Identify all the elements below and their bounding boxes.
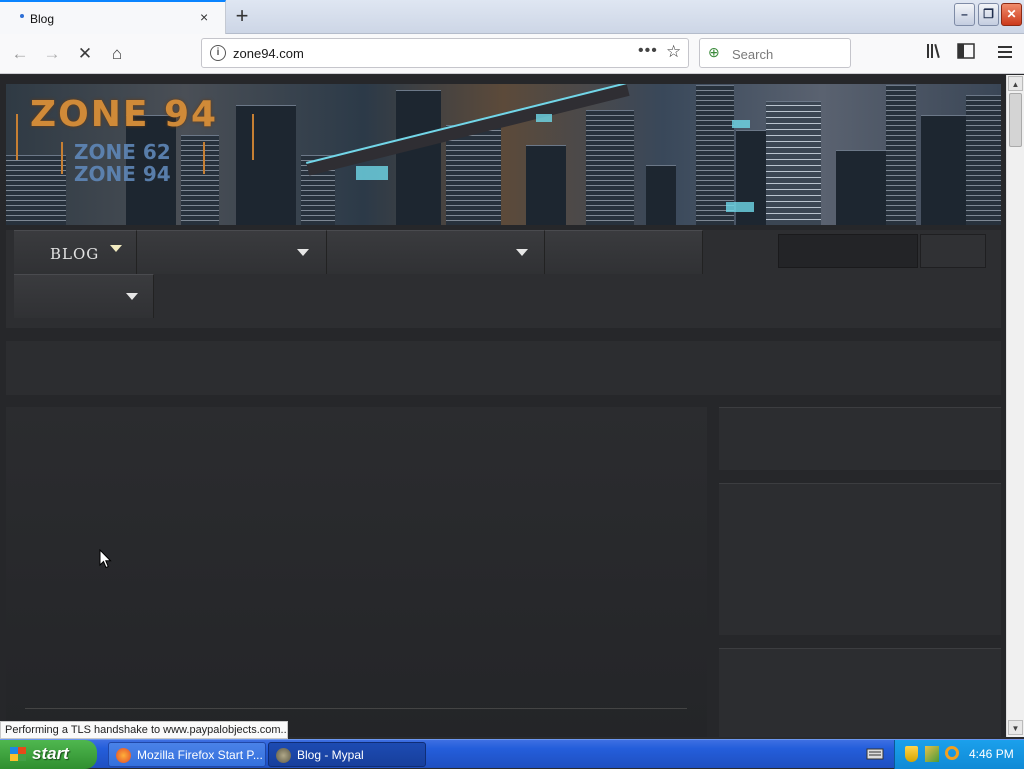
library-icon[interactable]	[923, 42, 947, 66]
scroll-thumb[interactable]	[1009, 93, 1022, 147]
security-shield-icon[interactable]	[905, 746, 918, 762]
windows-logo-icon	[10, 747, 26, 761]
search-icon: ⊕	[708, 44, 720, 60]
main-content-area	[6, 407, 707, 737]
menu-item-2[interactable]	[137, 230, 327, 274]
logo-subtitle-1: ZONE 62	[74, 140, 171, 164]
scroll-up-icon[interactable]: ▲	[1008, 76, 1023, 91]
menu-item-4[interactable]	[545, 230, 703, 274]
navigation-bar: ← → ✕ ⌂ i zone94.com ••• ☆ ⊕ Search	[0, 34, 1024, 74]
taskbar-item-mypal[interactable]: Blog - Mypal	[268, 742, 426, 767]
menu-item-blog[interactable]: BLOG	[14, 230, 137, 274]
firefox-icon	[116, 748, 131, 763]
tab-blog[interactable]: Blog ×	[0, 0, 226, 34]
taskbar-item-label: Mozilla Firefox Start P...	[137, 748, 263, 762]
sidebar-widget-2	[719, 483, 1001, 635]
start-label: start	[32, 744, 69, 763]
page-actions-icon[interactable]: •••	[638, 42, 658, 60]
home-button[interactable]: ⌂	[105, 42, 129, 66]
chevron-down-icon	[110, 245, 122, 252]
menu-item-label: BLOG	[50, 245, 100, 263]
start-button[interactable]: start	[0, 740, 97, 769]
mouse-cursor-icon	[99, 548, 112, 572]
menu-item-5[interactable]	[14, 274, 154, 318]
minimize-button[interactable]: –	[954, 3, 975, 26]
hamburger-menu-icon[interactable]	[993, 42, 1017, 66]
menu-item-3[interactable]	[327, 230, 545, 274]
search-placeholder: Search	[732, 47, 774, 62]
logo-subtitle-2: ZONE 94	[74, 162, 171, 186]
keyboard-icon[interactable]	[866, 747, 884, 761]
bookmark-star-icon[interactable]: ☆	[666, 42, 681, 62]
page-viewport: ZONE 94 ZONE 62 ZONE 94 BLOG	[0, 75, 1006, 737]
forward-button[interactable]: →	[40, 42, 64, 66]
network-icon[interactable]	[925, 746, 939, 762]
chevron-down-icon	[297, 249, 309, 256]
stop-button[interactable]: ✕	[73, 42, 97, 66]
site-logo[interactable]: ZONE 94	[30, 94, 218, 135]
taskbar-item-label: Blog - Mypal	[297, 748, 364, 762]
taskbar: start Mozilla Firefox Start P... Blog - …	[0, 739, 1024, 769]
site-info-icon[interactable]: i	[210, 45, 226, 61]
loading-dot-icon	[20, 14, 24, 18]
clock: 4:46 PM	[969, 747, 1014, 761]
content-divider	[25, 708, 687, 709]
search-input[interactable]: ⊕ Search	[699, 38, 851, 68]
tab-title: Blog	[30, 12, 55, 26]
site-header-banner: ZONE 94 ZONE 62 ZONE 94	[6, 84, 1001, 225]
back-button[interactable]: ←	[8, 42, 32, 66]
new-tab-button[interactable]: +	[230, 3, 254, 29]
site-search-input[interactable]	[778, 234, 918, 268]
system-tray: 4:46 PM	[894, 740, 1024, 769]
secondary-band	[6, 341, 1001, 395]
restore-button[interactable]: ❐	[978, 3, 999, 26]
sidebar-widget-3	[719, 648, 1001, 737]
page-scrollbar[interactable]: ▲ ▼	[1006, 75, 1024, 737]
site-nav-menu: BLOG	[6, 230, 1001, 328]
url-bar[interactable]: i zone94.com ••• ☆	[201, 38, 689, 68]
taskbar-item-firefox[interactable]: Mozilla Firefox Start P...	[108, 742, 266, 767]
search-tray-icon[interactable]	[945, 746, 959, 760]
sidebar-icon[interactable]	[954, 42, 978, 66]
mypal-icon	[276, 748, 291, 763]
site-search-button[interactable]	[920, 234, 986, 268]
chevron-down-icon	[126, 293, 138, 300]
window-close-button[interactable]: ✕	[1001, 3, 1022, 26]
tab-close-icon[interactable]: ×	[200, 9, 208, 25]
scroll-down-icon[interactable]: ▼	[1008, 720, 1023, 735]
sidebar-widget-1	[719, 407, 1001, 470]
tab-strip: Blog × + – ❐ ✕	[0, 0, 1024, 34]
url-text[interactable]: zone94.com	[233, 46, 304, 61]
chevron-down-icon	[516, 249, 528, 256]
status-text: Performing a TLS handshake to www.paypal…	[0, 721, 288, 739]
